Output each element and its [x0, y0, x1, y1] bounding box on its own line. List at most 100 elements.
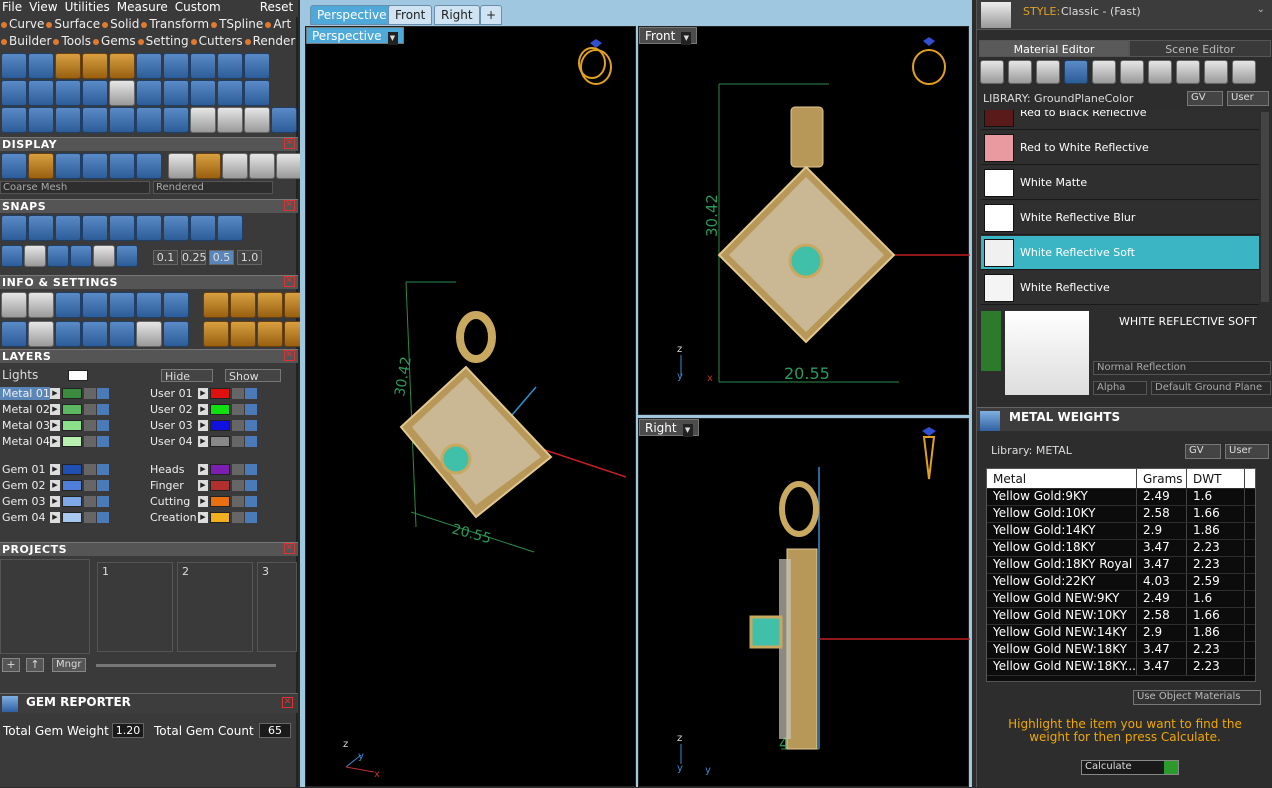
- curve-tool-icon[interactable]: [28, 53, 54, 79]
- lights-swatch[interactable]: [68, 370, 88, 381]
- expand-arrow-icon[interactable]: ▶: [50, 512, 60, 523]
- lock-icon[interactable]: [84, 404, 96, 415]
- close-icon[interactable]: ✕: [284, 200, 295, 211]
- layer-color-swatch[interactable]: [62, 480, 82, 491]
- layer-name[interactable]: Metal 01: [0, 387, 50, 400]
- lock-icon[interactable]: [84, 480, 96, 491]
- layer-name[interactable]: Cutting: [148, 495, 198, 508]
- visibility-icon[interactable]: [97, 512, 109, 523]
- visibility-icon[interactable]: [245, 388, 257, 399]
- shaded-icon[interactable]: [28, 153, 54, 179]
- add-tab-button[interactable]: +: [480, 5, 503, 25]
- reflection-dropdown[interactable]: Normal Reflection: [1093, 361, 1271, 375]
- mirror-icon[interactable]: [82, 107, 108, 133]
- chevron-down-icon[interactable]: ⌄: [1257, 4, 1265, 15]
- pattern-icon[interactable]: [1092, 60, 1116, 84]
- expand-arrow-icon[interactable]: ▶: [198, 496, 208, 507]
- layer-color-swatch[interactable]: [210, 436, 230, 447]
- book-icon[interactable]: [82, 321, 108, 347]
- object-icon[interactable]: [163, 292, 189, 318]
- material-list[interactable]: Red to Black Reflective Red to White Refl…: [977, 110, 1267, 306]
- edit-icon[interactable]: [136, 292, 162, 318]
- expand-arrow-icon[interactable]: ▶: [50, 496, 60, 507]
- graph-icon[interactable]: [136, 321, 162, 347]
- diamond-icon[interactable]: [93, 245, 115, 267]
- plane-icon[interactable]: [55, 80, 81, 106]
- expand-arrow-icon[interactable]: ▶: [198, 480, 208, 491]
- close-icon[interactable]: ✕: [284, 543, 295, 554]
- material-item[interactable]: White Reflective: [981, 271, 1259, 305]
- render-mode-dropdown[interactable]: Rendered: [153, 181, 273, 194]
- visibility-icon[interactable]: [245, 496, 257, 507]
- cube-icon[interactable]: [55, 321, 81, 347]
- snap-perp-icon[interactable]: [217, 215, 243, 241]
- layer-row[interactable]: User 01 ▶: [148, 386, 258, 401]
- tab-material-editor[interactable]: Material Editor: [979, 40, 1129, 57]
- sphere-icon[interactable]: [1036, 60, 1060, 84]
- curve-edit-icon[interactable]: [82, 53, 108, 79]
- menu-item[interactable]: Reset: [260, 0, 294, 17]
- menu-item[interactable]: Utilities: [65, 0, 110, 17]
- scale-icon[interactable]: [55, 107, 81, 133]
- layer-color-swatch[interactable]: [62, 496, 82, 507]
- ribbon-tab[interactable]: Tools: [53, 34, 91, 50]
- expand-arrow-icon[interactable]: ▶: [198, 404, 208, 415]
- layer-name[interactable]: Heads: [148, 463, 198, 476]
- menu-item[interactable]: View: [29, 0, 57, 17]
- table-row[interactable]: Yellow Gold NEW:9KY 2.49 1.6: [987, 591, 1255, 608]
- lock-icon[interactable]: [232, 480, 244, 491]
- add-project-button[interactable]: +: [2, 658, 20, 672]
- layer-row[interactable]: Gem 04 ▶: [0, 510, 110, 525]
- document-icon[interactable]: [109, 80, 135, 106]
- layer-color-swatch[interactable]: [62, 388, 82, 399]
- close-icon[interactable]: ✕: [284, 138, 295, 149]
- layer-row[interactable]: Cutting ▶: [148, 494, 258, 509]
- pin-icon[interactable]: [163, 80, 189, 106]
- sphere-icon[interactable]: [82, 153, 108, 179]
- layer-color-swatch[interactable]: [210, 480, 230, 491]
- checker-icon[interactable]: [1148, 60, 1172, 84]
- layer-color-swatch[interactable]: [210, 404, 230, 415]
- array-icon[interactable]: [1, 107, 27, 133]
- layer-color-swatch[interactable]: [210, 512, 230, 523]
- layer-color-swatch[interactable]: [62, 436, 82, 447]
- cube-icon[interactable]: [82, 292, 108, 318]
- visibility-icon[interactable]: [245, 404, 257, 415]
- layer-color-swatch[interactable]: [210, 388, 230, 399]
- material-item[interactable]: Red to Black Reflective: [981, 110, 1259, 130]
- layer-row[interactable]: User 04 ▶: [148, 434, 258, 449]
- mesh-quality-dropdown[interactable]: Coarse Mesh: [0, 181, 150, 194]
- layer-row[interactable]: Gem 02 ▶: [0, 478, 110, 493]
- snap-end-icon[interactable]: [109, 215, 135, 241]
- lock-icon[interactable]: [232, 420, 244, 431]
- perspective-viewport[interactable]: Perspective ▼ 30.42 20.55 zyx: [305, 26, 636, 787]
- layer-name[interactable]: Gem 03: [0, 495, 50, 508]
- snap-value[interactable]: 1.0: [237, 250, 262, 265]
- pen-icon[interactable]: [47, 245, 69, 267]
- table-row[interactable]: Yellow Gold:14KY 2.9 1.86: [987, 523, 1255, 540]
- layer-color-swatch[interactable]: [210, 420, 230, 431]
- snap-value[interactable]: 0.5: [209, 250, 234, 265]
- user-toggle[interactable]: User: [1225, 444, 1269, 459]
- arrow-icon[interactable]: [136, 80, 162, 106]
- layer-row[interactable]: Metal 04 ▶: [0, 434, 110, 449]
- settings-icon[interactable]: [244, 53, 270, 79]
- diamond-icon[interactable]: [1008, 60, 1032, 84]
- layer-row[interactable]: User 03 ▶: [148, 418, 258, 433]
- snap-curve-icon[interactable]: [28, 215, 54, 241]
- curve-edit-icon[interactable]: [109, 53, 135, 79]
- snap-grid-icon[interactable]: [1, 215, 27, 241]
- expand-arrow-icon[interactable]: ▶: [198, 420, 208, 431]
- gem-icon[interactable]: [1, 80, 27, 106]
- visibility-icon[interactable]: [245, 436, 257, 447]
- pin-icon[interactable]: [116, 245, 138, 267]
- style-value[interactable]: Classic - (Fast): [1061, 5, 1141, 18]
- texture-icon[interactable]: [1120, 60, 1144, 84]
- grid-icon[interactable]: [136, 153, 162, 179]
- expand-arrow-icon[interactable]: ▶: [198, 512, 208, 523]
- layer-name[interactable]: Gem 02: [0, 479, 50, 492]
- snap-box-icon[interactable]: [1, 245, 23, 267]
- table-row[interactable]: Yellow Gold NEW:14KY 2.9 1.86: [987, 625, 1255, 642]
- snap-quad-icon[interactable]: [163, 215, 189, 241]
- visibility-icon[interactable]: [97, 420, 109, 431]
